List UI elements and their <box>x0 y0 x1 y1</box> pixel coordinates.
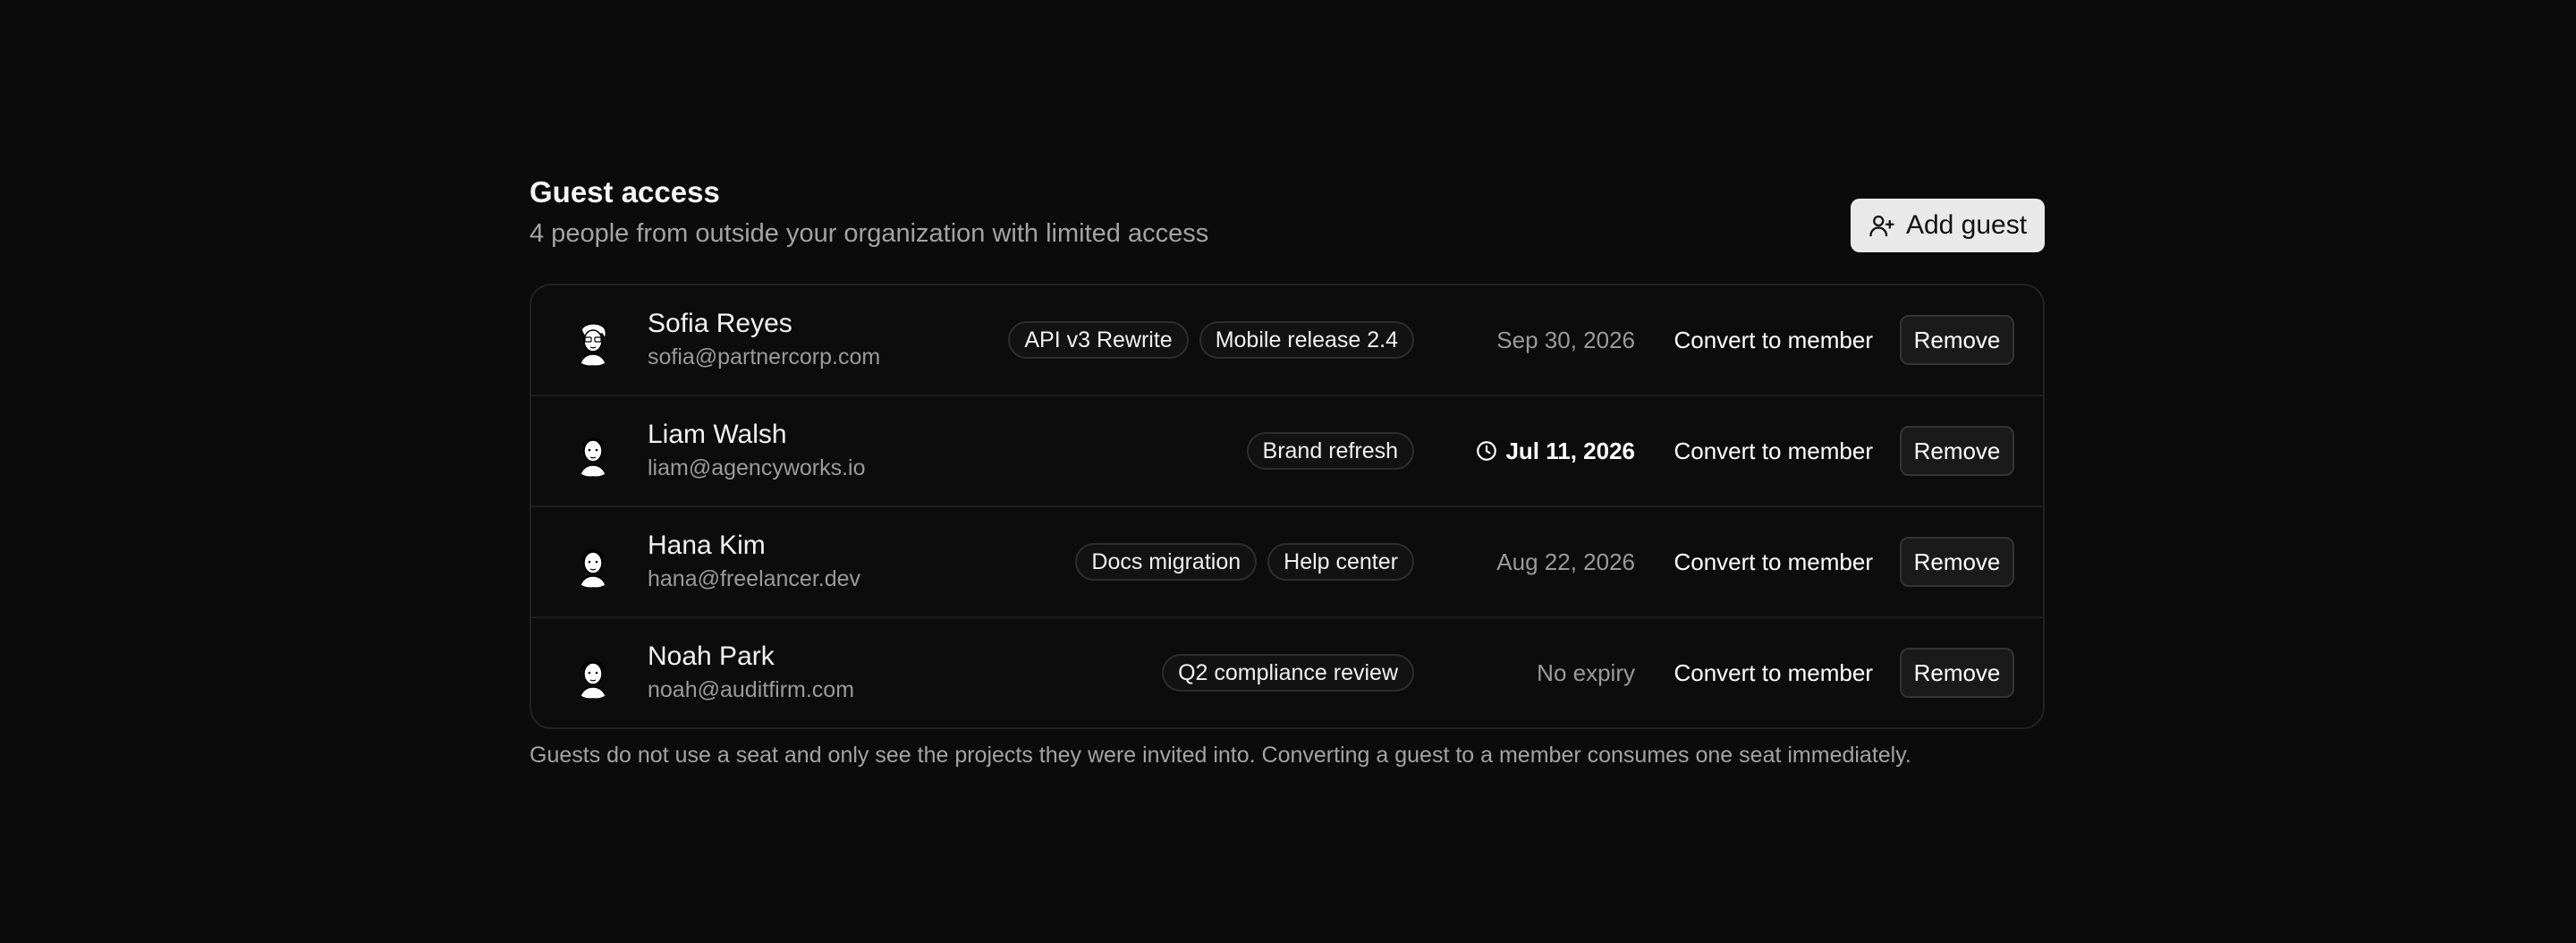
project-tag: Docs migration <box>1075 543 1258 581</box>
expiry-date: No expiry <box>1537 658 1635 686</box>
avatar <box>567 647 619 699</box>
clock-icon <box>1475 439 1498 463</box>
page-subtitle: 4 people from outside your organization … <box>530 219 1209 248</box>
project-tag: Mobile release 2.4 <box>1199 321 1414 359</box>
project-tags: API v3 Rewrite Mobile release 2.4 <box>1008 321 1414 359</box>
avatar <box>567 314 619 366</box>
guest-name: Noah Park <box>648 641 775 671</box>
project-tag: Q2 compliance review <box>1162 654 1414 692</box>
expiry-date: Aug 22, 2026 <box>1496 548 1635 575</box>
remove-button[interactable]: Remove <box>1900 648 2014 698</box>
project-tags: Brand refresh <box>1246 432 1414 470</box>
guest-email: liam@agencyworks.io <box>648 455 866 480</box>
access-expiry: Sep 30, 2026 <box>1496 321 1635 359</box>
footnote: Guests do not use a seat and only see th… <box>530 743 1911 768</box>
guest-row: Hana Kim hana@freelancer.dev Docs migratio… <box>531 507 2043 618</box>
convert-to-member-button[interactable]: Convert to member <box>1674 543 1873 581</box>
convert-to-member-button[interactable]: Convert to member <box>1674 321 1873 359</box>
guest-email: hana@freelancer.dev <box>648 566 861 591</box>
guest-email: noah@auditfirm.com <box>648 677 855 702</box>
project-tags: Q2 compliance review <box>1162 654 1414 692</box>
guest-row: Noah Park noah@auditfirm.com Q2 compliance… <box>531 618 2043 727</box>
avatar <box>567 536 619 588</box>
avatar <box>567 425 619 477</box>
user-plus-icon <box>1869 215 1894 237</box>
remove-button[interactable]: Remove <box>1900 426 2014 476</box>
remove-button[interactable]: Remove <box>1900 537 2014 587</box>
guest-email: sofia@partnercorp.com <box>648 344 881 370</box>
guest-row: Liam Walsh liam@agencyworks.io Brand refre… <box>531 396 2043 507</box>
access-expiry: Jul 11, 2026 <box>1475 432 1635 470</box>
guest-access-section: Guest access 4 people from outside your … <box>530 175 2045 768</box>
add-guest-button[interactable]: Add guest <box>1851 199 2045 252</box>
section-header: Guest access 4 people from outside your … <box>530 175 2045 256</box>
remove-button[interactable]: Remove <box>1900 315 2014 365</box>
access-expiry: No expiry <box>1537 654 1635 692</box>
add-guest-label: Add guest <box>1905 210 2028 240</box>
guest-name: Sofia Reyes <box>648 309 792 338</box>
project-tag: Help center <box>1267 543 1414 581</box>
guest-row: Sofia Reyes sofia@partnercorp.com API v3 R… <box>531 285 2043 396</box>
guest-name: Liam Walsh <box>648 420 787 449</box>
access-expiry: Aug 22, 2026 <box>1496 543 1635 581</box>
expiry-date: Sep 30, 2026 <box>1496 326 1635 353</box>
project-tag: API v3 Rewrite <box>1008 321 1189 359</box>
guest-name: Hana Kim <box>648 531 766 560</box>
convert-to-member-button[interactable]: Convert to member <box>1674 654 1873 692</box>
guest-list: Sofia Reyes sofia@partnercorp.com API v3 R… <box>530 284 2045 729</box>
expiry-date: Jul 11, 2026 <box>1505 437 1635 464</box>
page-title: Guest access <box>530 175 720 208</box>
convert-to-member-button[interactable]: Convert to member <box>1674 432 1873 470</box>
project-tags: Docs migration Help center <box>1075 543 1414 581</box>
project-tag: Brand refresh <box>1246 432 1414 470</box>
